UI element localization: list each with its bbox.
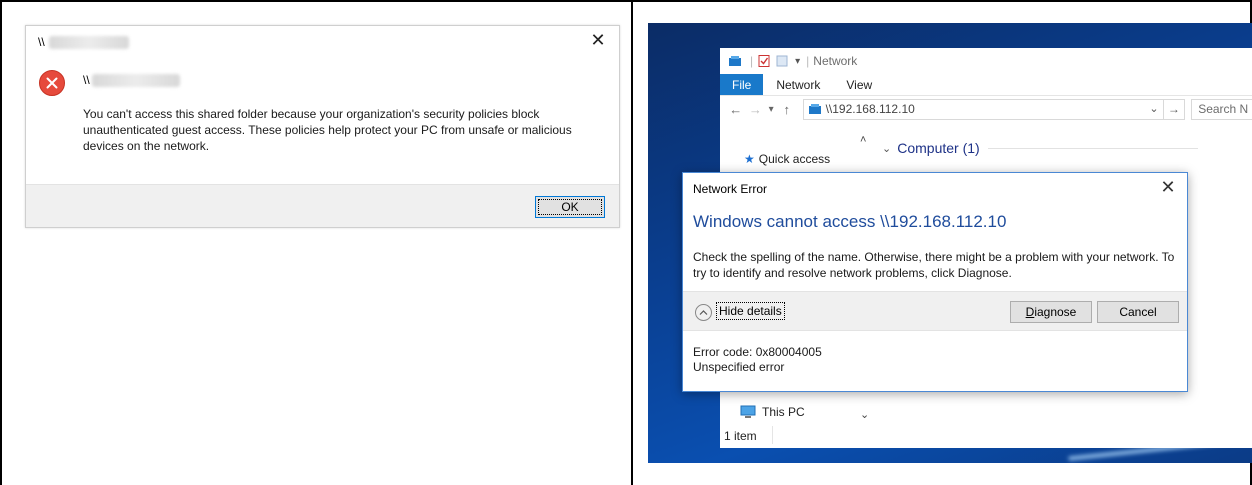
- dialog-title: \\: [38, 35, 129, 49]
- group-header-label: Computer (1): [897, 140, 980, 156]
- address-bar[interactable]: \\192.168.112.10 ⌄: [802, 98, 1164, 120]
- error-code: Error code: 0x80004005: [693, 345, 822, 359]
- guest-access-dialog: \\ ✕ \\ You can't access this shared fol…: [25, 25, 620, 228]
- tab-file[interactable]: File: [720, 74, 764, 95]
- up-arrow-icon[interactable]: ↑: [777, 102, 797, 117]
- back-arrow-icon[interactable]: ←: [726, 102, 746, 117]
- diagnose-button[interactable]: Diagnose: [1010, 301, 1092, 323]
- network-error-dialog: Network Error ✕ Windows cannot access \\…: [682, 172, 1188, 392]
- diagnose-label: iagnose: [1034, 305, 1077, 319]
- redacted-share-name: [48, 35, 129, 49]
- properties-check-icon[interactable]: [757, 55, 771, 67]
- forward-arrow-icon[interactable]: →: [746, 102, 766, 117]
- dialog-button-bar: Hide details Diagnose Cancel: [683, 291, 1187, 331]
- explorer-titlebar: | ▾ | Network: [720, 48, 1252, 74]
- dialog-title: Network Error: [693, 182, 768, 196]
- tab-network[interactable]: Network: [763, 74, 833, 95]
- address-text: \\192.168.112.10: [825, 102, 915, 116]
- close-icon[interactable]: ✕: [1157, 177, 1179, 198]
- error-details: Error code: 0x80004005 Unspecified error: [693, 345, 822, 375]
- close-icon[interactable]: ✕: [587, 30, 609, 51]
- nav-item-this-pc[interactable]: This PC: [740, 405, 805, 419]
- window-title: Network: [813, 54, 858, 68]
- frame-divider: [631, 0, 633, 485]
- recent-dropdown-icon[interactable]: ▾: [765, 104, 777, 115]
- cancel-button[interactable]: Cancel: [1097, 301, 1179, 323]
- error-icon: [39, 70, 65, 96]
- share-path: \\: [83, 73, 180, 87]
- redacted-share-path: [91, 73, 180, 87]
- dialog-message: You can't access this shared folder beca…: [83, 107, 572, 153]
- error-text: Unspecified error: [693, 360, 785, 374]
- nav-scroll-down-icon[interactable]: ⌄: [860, 408, 869, 421]
- computer-icon: [740, 405, 756, 418]
- ribbon-tabs: File Network View: [720, 74, 1252, 96]
- titlebar-separator-2: |: [806, 54, 810, 68]
- hide-details-toggle[interactable]: Hide details: [716, 302, 785, 320]
- refresh-go-icon[interactable]: →: [1163, 98, 1186, 120]
- nav-quick-access-label: Quick access: [758, 152, 831, 166]
- group-divider: [987, 147, 1198, 149]
- titlebar-separator: |: [750, 54, 754, 68]
- network-location-icon: [808, 104, 821, 114]
- frame-border-left: [0, 0, 2, 485]
- status-bar-text: 1 item: [724, 429, 757, 443]
- network-folder-icon: [729, 56, 741, 66]
- tab-view[interactable]: View: [833, 74, 885, 95]
- nav-this-pc-label: This PC: [762, 405, 805, 419]
- computer-group-header[interactable]: ⌄ Computer (1): [882, 140, 1198, 156]
- group-collapse-icon: ⌄: [882, 142, 892, 155]
- star-icon: ★: [744, 152, 755, 166]
- frame-border-top: [0, 0, 1252, 2]
- address-dropdown-icon[interactable]: ⌄: [1149, 102, 1158, 115]
- chevron-up-icon[interactable]: [695, 304, 712, 321]
- error-description: Check the spelling of the name. Otherwis…: [693, 250, 1175, 280]
- dialog-footer: OK: [26, 184, 619, 227]
- search-input[interactable]: Search N: [1191, 98, 1252, 120]
- nav-item-quick-access[interactable]: ★ Quick access: [744, 152, 830, 166]
- quick-access-dropdown-icon[interactable]: ▾: [795, 56, 800, 67]
- error-heading: Windows cannot access \\192.168.112.10: [693, 212, 1007, 231]
- ok-button[interactable]: OK: [535, 196, 605, 218]
- address-row: ← → ▾ ↑ \\192.168.112.10 ⌄ → Search N: [720, 96, 1252, 122]
- diagnose-accelerator: D: [1025, 305, 1035, 319]
- nav-scroll-up-icon[interactable]: ˄: [860, 134, 866, 146]
- share-path-prefix: \\: [83, 73, 90, 87]
- new-folder-icon[interactable]: [775, 55, 789, 67]
- screenshot-frame: \\ ✕ \\ You can't access this shared fol…: [0, 0, 1252, 485]
- dialog-title-prefix: \\: [38, 35, 45, 49]
- status-separator: [772, 426, 773, 444]
